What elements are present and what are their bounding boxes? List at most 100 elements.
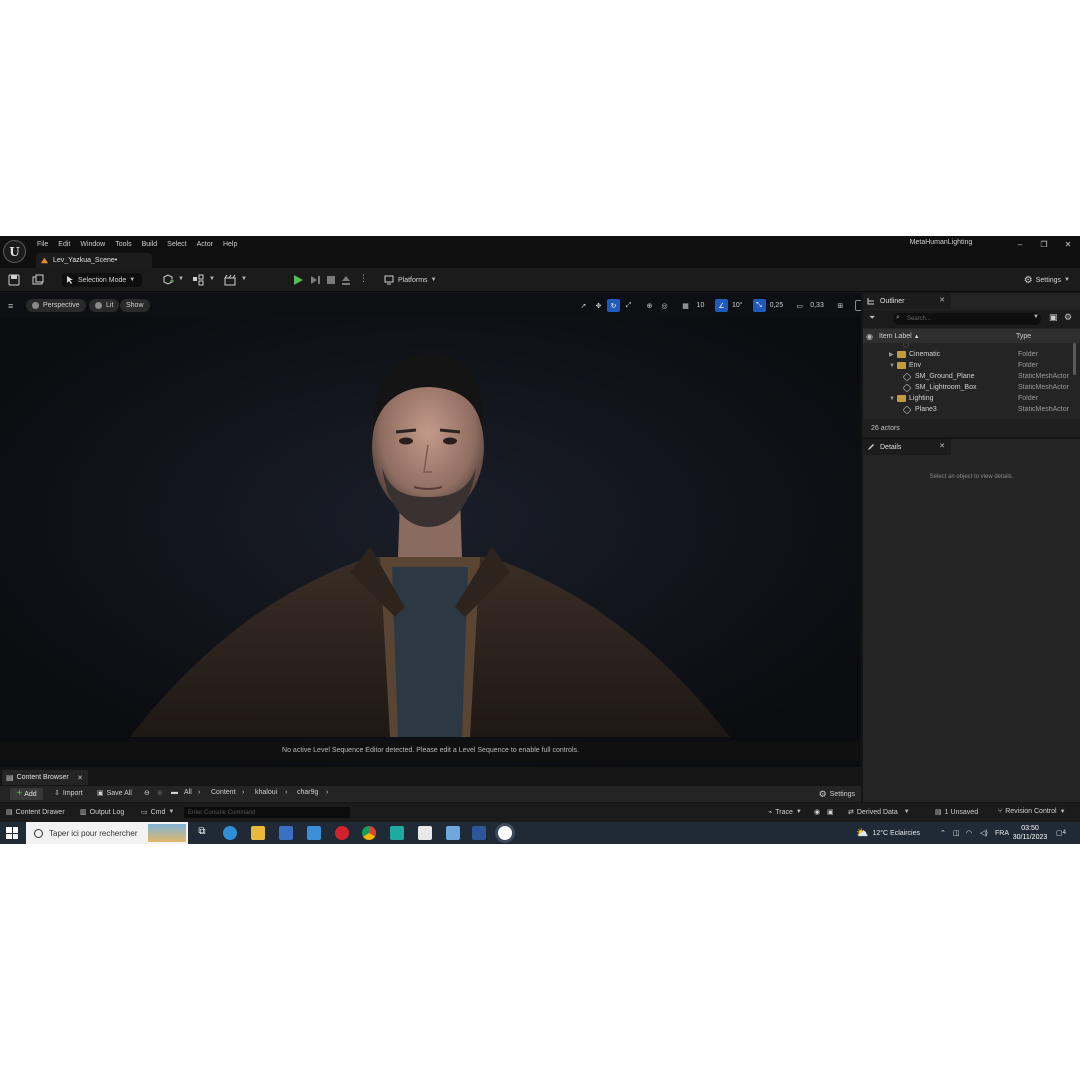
gear-icon[interactable]: ⚙ [1064,312,1072,323]
translate-tool-icon[interactable]: ✥ [592,299,605,312]
menu-edit[interactable]: Edit [53,241,75,248]
record-icon[interactable]: ◉ [814,808,820,816]
level-tab[interactable]: Lev_Yazkua_Scene• [36,253,152,268]
cinematics-icon[interactable] [224,274,236,286]
close-icon[interactable]: ✕ [77,774,83,782]
play-icon[interactable] [292,274,304,286]
history-forward-icon[interactable]: ⊕ [157,789,163,797]
chrome-icon[interactable] [362,826,376,840]
stop-icon[interactable] [325,274,337,286]
word-icon[interactable] [472,826,486,840]
world-space-icon[interactable]: ⊕ [643,299,656,312]
save-icon[interactable] [8,274,20,286]
cmd-dropdown[interactable]: ▭ Cmd ▼ [141,808,174,817]
weather-widget[interactable]: ⛅ 12°C Eclaircies [856,822,920,844]
grid-snap-icon[interactable]: ▦ [679,299,692,312]
menu-actor[interactable]: Actor [192,241,218,248]
save-all-button[interactable]: ▣ Save All [97,789,132,798]
type-column[interactable]: Type [1016,333,1031,340]
path-content[interactable]: Content [211,789,236,796]
windows-start-icon[interactable] [6,827,18,839]
menu-tools[interactable]: Tools [110,241,136,248]
surface-snap-icon[interactable]: ◎ [658,299,671,312]
hamburger-menu-icon[interactable]: ≡ [8,301,13,311]
filter-icon[interactable]: ⏷ [869,313,875,323]
output-log-button[interactable]: ▥ Output Log [80,808,124,817]
task-view-icon[interactable]: ⧉ [195,826,209,840]
layout-icon[interactable] [854,300,861,311]
blueprint-icon[interactable] [192,274,204,286]
camera-speed-icon[interactable]: ▭ [793,299,806,312]
list-item[interactable]: Plane3 StaticMeshActor [863,404,1071,415]
menu-select[interactable]: Select [162,241,191,248]
console-command-input[interactable]: Enter Console Command [184,807,350,818]
chevron-down-icon[interactable]: ▼ [889,363,897,369]
path-char9g[interactable]: char9g [297,789,318,796]
restore-icon[interactable]: ❐ [1032,236,1056,252]
volume-icon[interactable]: ◁) [980,822,988,844]
scale-snap-icon[interactable]: ⤡ [752,299,766,312]
show-button[interactable]: Show [120,299,150,312]
camera-speed-value[interactable]: 0,33 [808,299,826,312]
import-button[interactable]: ⇩ Import [54,789,83,798]
list-item[interactable]: SM_Ground_Plane StaticMeshActor [863,371,1071,382]
store-icon[interactable] [279,826,293,840]
opera-icon[interactable] [335,826,349,840]
lit-button[interactable]: Lit [89,299,120,312]
play-options-icon[interactable]: ⋮ [359,273,368,284]
add-actor-icon[interactable] [162,274,174,286]
content-browser-tab[interactable]: ▤ Content Browser ✕ [2,770,88,785]
chevron-up-icon[interactable]: ⌃ [940,822,946,844]
content-browser-settings[interactable]: ⚙ Settings [819,789,855,800]
outliner-tab[interactable]: Outliner ✕ [863,293,951,309]
content-folder-icon[interactable] [32,274,44,286]
derived-data-button[interactable]: ⇄ Derived Data ▼ [848,808,910,817]
folder-icon[interactable]: ▬ [171,789,178,796]
settings-dropdown[interactable]: ⚙ Settings ▼ [1024,273,1070,287]
platforms-dropdown[interactable]: Platforms ▼ [384,273,437,287]
outliner-search-input[interactable]: ⌕ Search... [893,313,1041,325]
chevron-down-icon[interactable]: ▼ [178,276,184,282]
details-tab[interactable]: Details ✕ [863,439,951,455]
path-khaloui[interactable]: khaloui [255,789,277,796]
content-drawer-button[interactable]: ▤ Content Drawer [6,808,65,817]
taskbar-clock[interactable]: 03:50 30/11/2023 [1010,824,1050,842]
maya-icon[interactable] [390,826,404,840]
security-icon[interactable] [418,826,432,840]
list-item[interactable]: ▶ Cinematic Folder [863,349,1071,360]
grid-snap-value[interactable]: 10 [694,299,707,312]
language-indicator[interactable]: FRA [995,822,1009,844]
file-explorer-icon[interactable] [251,826,265,840]
eye-icon[interactable]: ◉ [866,332,873,341]
chevron-down-icon[interactable]: ▼ [889,396,897,402]
trace-dropdown[interactable]: ⌁ Trace ▼ [768,808,802,817]
close-icon[interactable]: ✕ [1056,236,1080,252]
chevron-down-icon[interactable]: ▼ [241,276,247,282]
add-button[interactable]: + Add [10,788,43,800]
list-item[interactable]: SM_Lightroom_Box StaticMeshActor [863,382,1071,393]
step-icon[interactable] [309,274,321,286]
unreal-engine-icon[interactable] [498,826,512,840]
maximize-viewport-icon[interactable]: ⊞ [834,299,847,312]
notifications-button[interactable]: ▢ 4 [1056,822,1066,844]
perspective-button[interactable]: Perspective [26,299,86,312]
edge-icon[interactable] [223,826,237,840]
selection-mode-dropdown[interactable]: Selection Mode ▼ [62,273,142,287]
rotation-snap-icon[interactable]: ∠ [715,299,728,312]
wifi-icon[interactable]: ◠ [966,822,972,844]
unsaved-button[interactable]: ▤ 1 Unsaved [935,808,978,817]
history-back-icon[interactable]: ⊖ [144,789,150,797]
path-all[interactable]: All [184,789,192,796]
menu-file[interactable]: File [32,241,53,248]
menu-help[interactable]: Help [218,241,242,248]
item-label-column[interactable]: Item Label ▲ [879,333,920,340]
close-icon[interactable]: ✕ [939,442,945,450]
chevron-down-icon[interactable]: ▼ [1033,314,1039,320]
outliner-scrollbar[interactable] [1073,343,1076,375]
list-item[interactable]: ▼ Env Folder [863,360,1071,371]
menu-build[interactable]: Build [137,241,163,248]
app-icon[interactable] [446,826,460,840]
chevron-down-icon[interactable]: ▼ [209,276,215,282]
network-icon[interactable]: ◫ [953,822,960,844]
select-tool-icon[interactable]: ➚ [577,299,590,312]
